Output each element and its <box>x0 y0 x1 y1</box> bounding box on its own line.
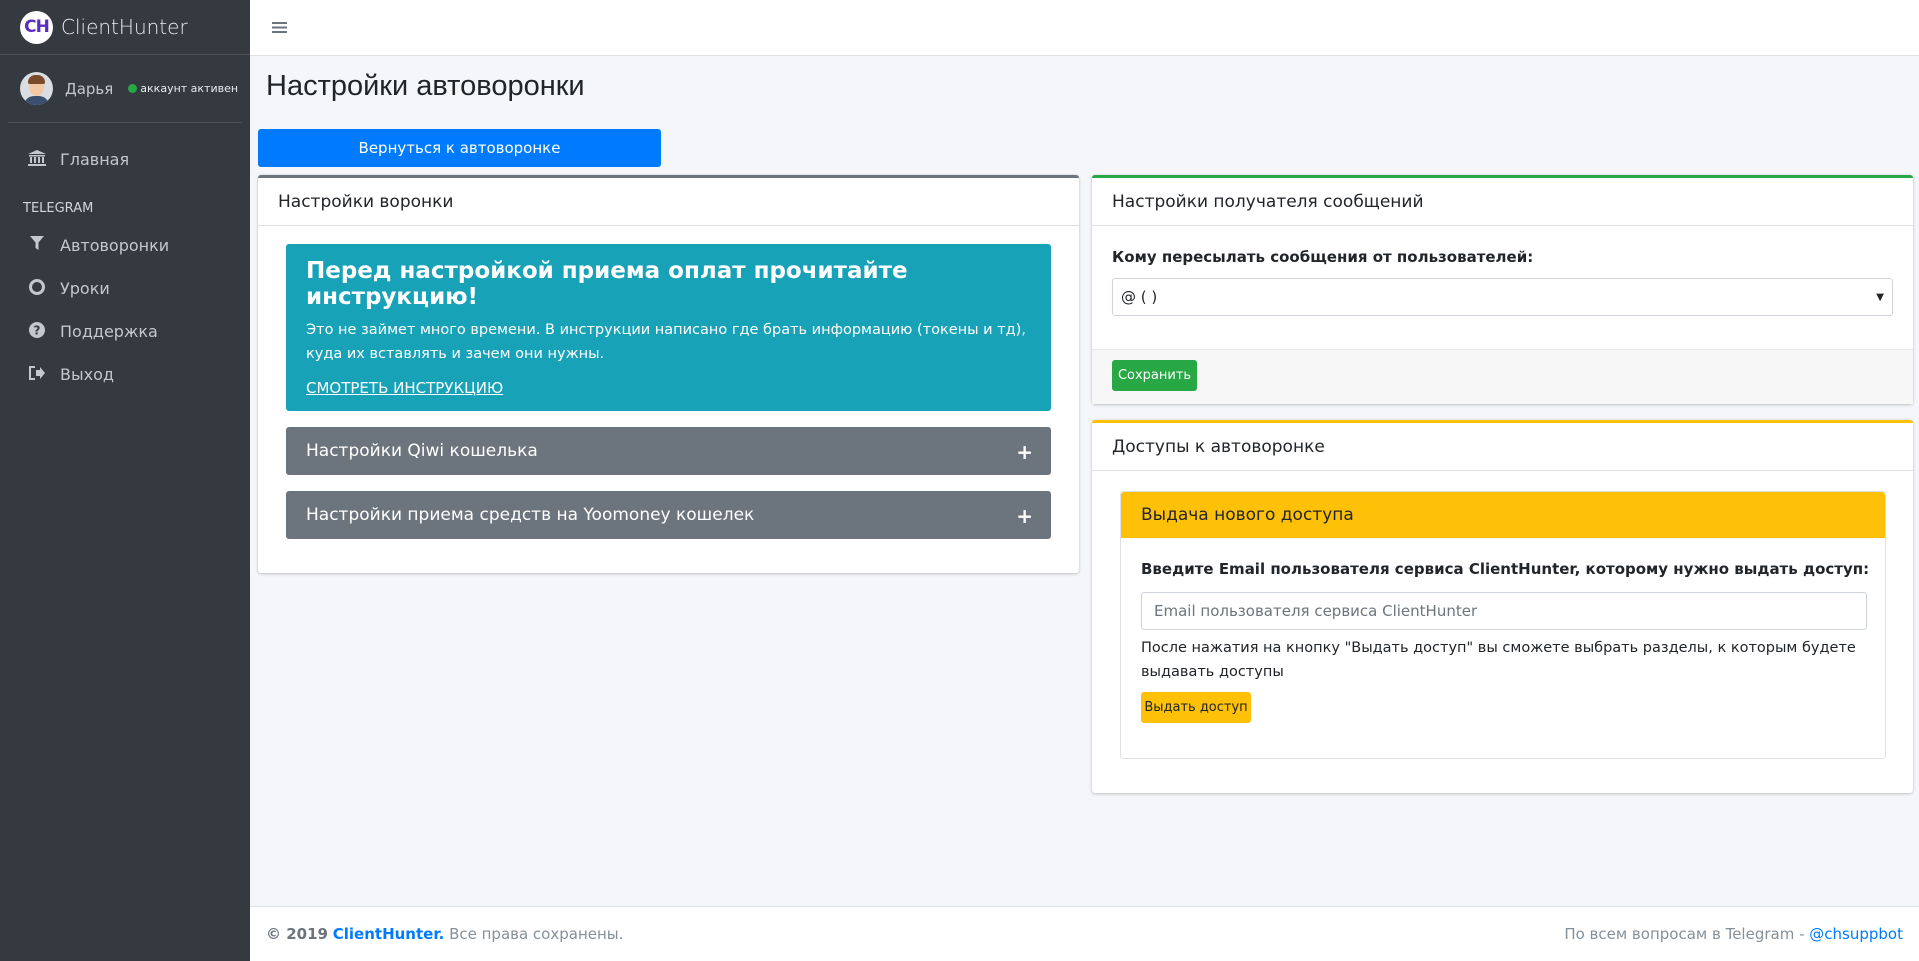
funnel-settings-card: Настройки воронки Перед настройкой прием… <box>258 175 1079 573</box>
avatar <box>20 72 53 105</box>
access-settings-card: Доступы к автоворонке Выдача нового дост… <box>1092 420 1913 793</box>
sidebar-item-autofunnels[interactable]: Автоворонки <box>0 224 250 267</box>
recipient-settings-card: Настройки получателя сообщений Кому пере… <box>1092 175 1913 404</box>
grant-access-title: Выдача нового доступа <box>1121 492 1885 538</box>
support-text: По всем вопросам в Telegram - <box>1564 925 1805 943</box>
sidebar-item-label: Выход <box>60 365 114 384</box>
page-footer: © 2019 ClientHunter. Все права сохранены… <box>250 906 1919 961</box>
recipient-select[interactable]: @ ( ) ▼ <box>1112 278 1893 316</box>
section-label: Настройки Qiwi кошелька <box>306 441 538 461</box>
email-input[interactable]: Email пользователя сервиса ClientHunter <box>1141 592 1867 630</box>
filter-icon <box>26 236 48 255</box>
sidebar-section-header: TELEGRAM <box>23 201 94 216</box>
top-navbar <box>250 0 1919 56</box>
question-circle-icon: ? <box>26 321 48 342</box>
sidebar-nav: Главная TELEGRAM Автоворонки Уроки ? Под… <box>0 138 250 396</box>
plus-icon[interactable]: + <box>1016 504 1033 528</box>
email-field-label: Введите Email пользователя сервиса Clien… <box>1141 560 1870 578</box>
caret-down-icon: ▼ <box>1876 292 1884 303</box>
grant-access-panel: Выдача нового доступа Введите Email поль… <box>1120 491 1886 759</box>
copyright-year: © 2019 <box>266 925 328 943</box>
recipient-select-value: @ ( ) <box>1121 288 1158 306</box>
status-dot-icon <box>128 84 138 93</box>
yoomoney-settings-toggle[interactable]: Настройки приема средств на Yoomoney кош… <box>286 491 1051 539</box>
lifebuoy-icon <box>26 278 48 299</box>
sidebar-item-label: Уроки <box>60 279 110 298</box>
svg-text:?: ? <box>34 323 41 337</box>
save-button[interactable]: Сохранить <box>1112 360 1197 391</box>
bank-icon <box>26 149 48 170</box>
grant-help-text: После нажатия на кнопку "Выдать доступ" … <box>1141 640 1856 680</box>
copyright: © 2019 ClientHunter. Все права сохранены… <box>266 925 623 943</box>
brand-logo: CH <box>20 10 53 44</box>
footer-brand-link[interactable]: ClientHunter. <box>333 925 445 943</box>
sidebar-item-label: Главная <box>60 150 130 169</box>
sidebar-item-support[interactable]: ? Поддержка <box>0 310 250 353</box>
card-title: Доступы к автоворонке <box>1092 423 1913 471</box>
support-bot-link[interactable]: @chsuppbot <box>1809 925 1903 943</box>
brand-link[interactable]: CH ClientHunter <box>0 0 250 55</box>
menu-toggle-icon[interactable] <box>272 18 287 39</box>
rights-text: Все права сохранены. <box>449 925 624 943</box>
sidebar-item-lessons[interactable]: Уроки <box>0 267 250 310</box>
user-status: аккаунт активен <box>128 82 238 95</box>
sign-out-icon <box>26 365 48 384</box>
sidebar-item-logout[interactable]: Выход <box>0 353 250 396</box>
section-label: Настройки приема средств на Yoomoney кош… <box>306 505 755 525</box>
qiwi-settings-toggle[interactable]: Настройки Qiwi кошелька + <box>286 427 1051 475</box>
grant-access-button[interactable]: Выдать доступ <box>1141 692 1251 723</box>
recipient-field-label: Кому пересылать сообщения от пользовател… <box>1112 248 1534 266</box>
view-instruction-link[interactable]: СМОТРЕТЬ ИНСТРУКЦИЮ <box>306 379 1031 397</box>
sidebar-item-home[interactable]: Главная <box>0 138 250 181</box>
back-to-funnel-button[interactable]: Вернуться к автоворонке <box>258 129 661 167</box>
user-name[interactable]: Дарья <box>65 80 113 98</box>
user-status-label: аккаунт активен <box>140 82 239 95</box>
sidebar-item-label: Автоворонки <box>60 236 170 255</box>
card-title: Настройки воронки <box>258 178 1079 226</box>
plus-icon[interactable]: + <box>1016 440 1033 464</box>
page-title: Настройки автоворонки <box>266 70 585 102</box>
email-placeholder: Email пользователя сервиса ClientHunter <box>1154 602 1478 620</box>
card-title: Настройки получателя сообщений <box>1092 178 1913 226</box>
sidebar-item-label: Поддержка <box>60 322 158 341</box>
sidebar: CH ClientHunter Дарья аккаунт активен Гл… <box>0 0 250 961</box>
user-panel: Дарья аккаунт активен <box>8 55 242 123</box>
card-footer: Сохранить <box>1092 349 1913 404</box>
instruction-callout: Перед настройкой приема оплат прочитайте… <box>286 244 1051 411</box>
callout-title: Перед настройкой приема оплат прочитайте… <box>306 258 908 310</box>
support-info: По всем вопросам в Telegram - @chsuppbot <box>1564 925 1903 943</box>
callout-text: Это не займет много времени. В инструкци… <box>306 322 1026 362</box>
brand-name: ClientHunter <box>61 15 188 39</box>
